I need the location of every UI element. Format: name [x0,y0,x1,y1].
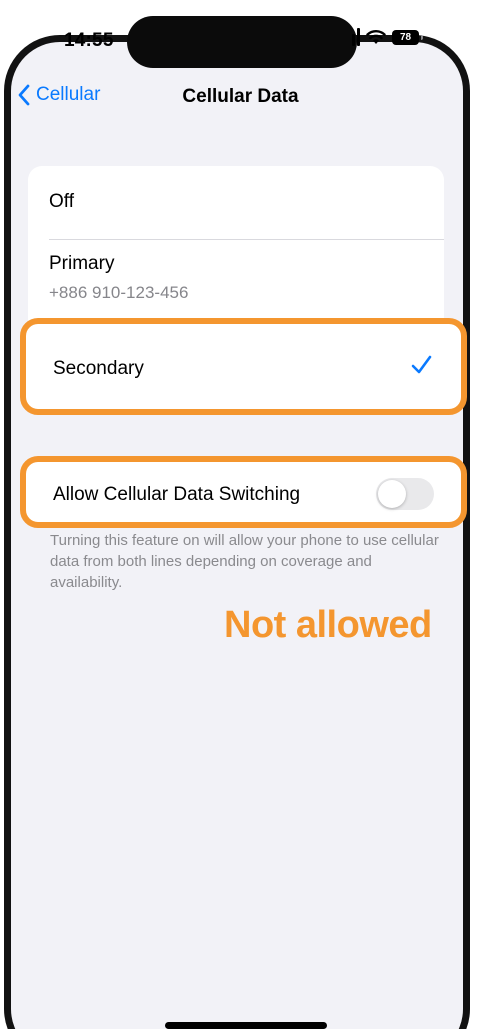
battery-level: 78 [399,31,412,43]
toggle-knob [378,480,406,508]
option-primary-label: Primary [49,253,115,274]
signal-icon [352,28,360,46]
cellular-switching-label: Allow Cellular Data Switching [53,484,301,505]
page-title: Cellular Data [182,86,299,107]
screenshot-canvas: 14:55 78 Cellular Cellular Data Off Prim… [0,0,481,1029]
status-time: 14:55 [64,30,114,51]
option-primary[interactable]: Primary +886 910-123-456 [28,239,444,316]
option-off-label: Off [49,191,74,212]
checkmark-icon [411,355,432,374]
dynamic-island [127,16,357,68]
cellular-switching-toggle[interactable] [376,478,434,510]
status-icons: 78 [352,28,423,46]
cellular-switching-row: Allow Cellular Data Switching [20,456,467,528]
option-secondary[interactable]: Secondary [20,318,467,415]
option-off[interactable]: Off [28,166,444,239]
option-primary-number: +886 910-123-456 [49,283,189,302]
home-indicator [165,1022,327,1029]
switching-footnote: Turning this feature on will allow your … [50,532,439,591]
not-allowed-annotation: Not allowed [224,604,432,646]
wifi-icon [366,30,386,44]
option-secondary-label: Secondary [53,358,144,379]
battery-icon: 78 [392,29,423,45]
